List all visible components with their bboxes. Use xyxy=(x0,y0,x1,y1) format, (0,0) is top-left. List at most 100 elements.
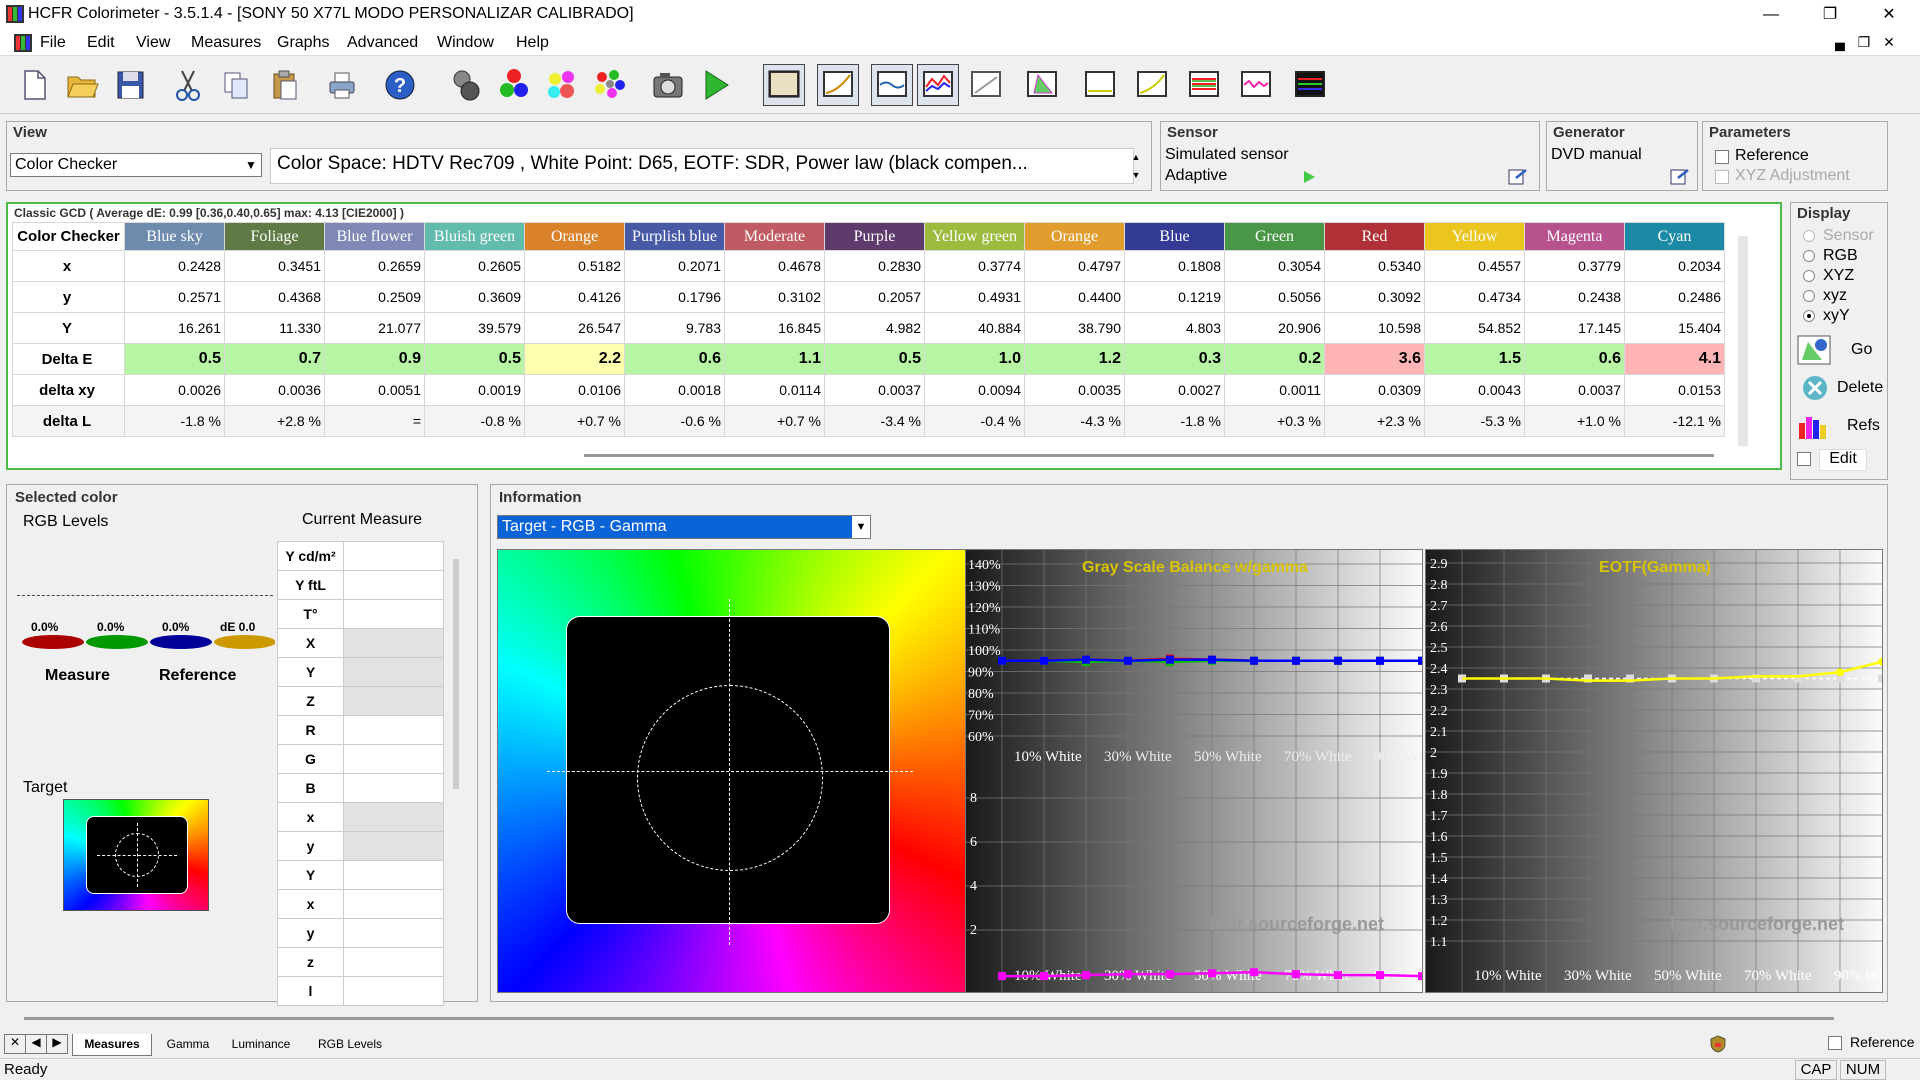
open-folder-icon[interactable] xyxy=(62,65,102,105)
delete-button[interactable]: Delete xyxy=(1793,371,1885,405)
column-header[interactable]: Cyan xyxy=(1624,222,1725,251)
sensor-config-icon[interactable] xyxy=(1507,166,1529,188)
column-header[interactable]: Magenta xyxy=(1524,222,1625,251)
table-cell[interactable]: 26.547 xyxy=(524,312,625,344)
info-scroll-spinner[interactable]: ▲ ▼ xyxy=(1125,148,1147,184)
table-cell[interactable]: 0.2428 xyxy=(124,250,225,282)
menu-graphs[interactable]: Graphs xyxy=(277,34,329,52)
graph-view-5-icon[interactable] xyxy=(966,65,1006,105)
table-cell[interactable]: +1.0 % xyxy=(1524,405,1625,437)
table-cell[interactable]: -5.3 % xyxy=(1424,405,1525,437)
chevron-left-icon[interactable]: ◀ xyxy=(26,1035,47,1053)
table-cell[interactable]: 0.5 xyxy=(424,343,525,375)
column-header[interactable]: Blue sky xyxy=(124,222,225,251)
color-balls-icon[interactable] xyxy=(542,65,582,105)
table-cell[interactable]: 4.1 xyxy=(1624,343,1725,375)
table-cell[interactable]: 0.2486 xyxy=(1624,281,1725,313)
menu-edit[interactable]: Edit xyxy=(87,34,115,52)
table-cell[interactable]: 0.4734 xyxy=(1424,281,1525,313)
mdi-restore-button[interactable]: ❐ xyxy=(1855,34,1873,51)
table-cell[interactable]: 0.2057 xyxy=(824,281,925,313)
edit-label[interactable]: Edit xyxy=(1819,449,1867,471)
table-cell[interactable]: 0.1796 xyxy=(624,281,725,313)
table-cell[interactable]: 0.0106 xyxy=(524,374,625,406)
graph-view-2-icon[interactable] xyxy=(817,64,859,106)
spin-down-icon[interactable]: ▼ xyxy=(1125,166,1147,184)
table-cell[interactable]: 0.9 xyxy=(324,343,425,375)
graph-view-7-icon[interactable] xyxy=(1080,65,1120,105)
table-cell[interactable]: 0.0037 xyxy=(1524,374,1625,406)
table-cell[interactable]: 2.2 xyxy=(524,343,625,375)
graph-view-10-icon[interactable] xyxy=(1236,65,1276,105)
table-cell[interactable]: 0.1219 xyxy=(1124,281,1225,313)
table-cell[interactable]: 0.4368 xyxy=(224,281,325,313)
table-cell[interactable]: 0.0026 xyxy=(124,374,225,406)
graph-view-1-icon[interactable] xyxy=(763,64,805,106)
column-header[interactable]: Orange xyxy=(524,222,625,251)
table-cell[interactable]: 0.0114 xyxy=(724,374,825,406)
table-cell[interactable]: 0.4126 xyxy=(524,281,625,313)
mdi-minimize-button[interactable]: ▄ xyxy=(1831,34,1849,50)
xyz-adjustment-checkbox[interactable] xyxy=(1715,170,1729,184)
column-header[interactable]: Green xyxy=(1224,222,1325,251)
table-cell[interactable]: 1.5 xyxy=(1424,343,1525,375)
table-cell[interactable]: 4.982 xyxy=(824,312,925,344)
table-cell[interactable]: -0.4 % xyxy=(924,405,1025,437)
table-cell[interactable]: 20.906 xyxy=(1224,312,1325,344)
table-cell[interactable]: 17.145 xyxy=(1524,312,1625,344)
table-cell[interactable]: 0.2 xyxy=(1224,343,1325,375)
column-header[interactable]: Blue xyxy=(1124,222,1225,251)
table-cell[interactable]: 1.0 xyxy=(924,343,1025,375)
table-cell[interactable]: 15.404 xyxy=(1624,312,1725,344)
menu-advanced[interactable]: Advanced xyxy=(347,34,418,52)
measures-table[interactable]: Color Checker Blue sky Foliage Blue flower B… xyxy=(12,222,1725,437)
spin-up-icon[interactable]: ▲ xyxy=(1125,148,1147,166)
table-cell[interactable]: 0.0035 xyxy=(1024,374,1125,406)
table-cell[interactable]: 0.3609 xyxy=(424,281,525,313)
table-cell[interactable]: +2.8 % xyxy=(224,405,325,437)
table-cell[interactable]: 0.0036 xyxy=(224,374,325,406)
table-cell[interactable]: 0.2034 xyxy=(1624,250,1725,282)
paste-icon[interactable] xyxy=(264,65,304,105)
table-cell[interactable]: 0.2830 xyxy=(824,250,925,282)
generator-config-icon[interactable] xyxy=(1669,166,1691,188)
play-icon[interactable] xyxy=(696,65,736,105)
display-radio-xyz[interactable] xyxy=(1803,270,1815,282)
table-cell[interactable]: 40.884 xyxy=(924,312,1025,344)
chevron-right-icon[interactable]: ▶ xyxy=(47,1035,67,1053)
table-cell[interactable]: 0.3774 xyxy=(924,250,1025,282)
column-header[interactable]: Purplish blue xyxy=(624,222,725,251)
menu-file[interactable]: File xyxy=(40,34,66,52)
table-cell[interactable]: 54.852 xyxy=(1424,312,1525,344)
mdi-close-button[interactable]: ✕ xyxy=(1880,34,1898,51)
sensor-play-icon[interactable] xyxy=(1301,169,1317,185)
edit-checkbox[interactable] xyxy=(1797,452,1811,466)
table-cell[interactable]: 0.2438 xyxy=(1524,281,1625,313)
tab-gamma[interactable]: Gamma xyxy=(158,1034,218,1054)
table-cell[interactable]: 4.803 xyxy=(1124,312,1225,344)
save-icon[interactable] xyxy=(110,65,150,105)
maximize-button[interactable]: ❐ xyxy=(1805,0,1855,30)
table-cell[interactable]: +0.3 % xyxy=(1224,405,1325,437)
table-cell[interactable]: 0.3102 xyxy=(724,281,825,313)
status-reference-checkbox[interactable] xyxy=(1828,1036,1842,1050)
table-cell[interactable]: 39.579 xyxy=(424,312,525,344)
table-cell[interactable]: 0.2605 xyxy=(424,250,525,282)
display-radio-xyz[interactable] xyxy=(1803,290,1815,302)
table-cell[interactable]: 1.2 xyxy=(1024,343,1125,375)
table-cell[interactable]: 0.6 xyxy=(1524,343,1625,375)
table-cell[interactable]: 0.2571 xyxy=(124,281,225,313)
table-cell[interactable]: 0.3092 xyxy=(1324,281,1425,313)
table-cell[interactable]: -3.4 % xyxy=(824,405,925,437)
table-cell[interactable]: -12.1 % xyxy=(1624,405,1725,437)
table-cell[interactable]: 0.4931 xyxy=(924,281,1025,313)
reference-checkbox[interactable] xyxy=(1715,150,1729,164)
table-cell[interactable]: 0.6 xyxy=(624,343,725,375)
close-icon[interactable]: ✕ xyxy=(5,1035,26,1053)
table-cell[interactable]: 0.5 xyxy=(824,343,925,375)
tab-luminance[interactable]: Luminance xyxy=(226,1034,296,1054)
table-cell[interactable]: 38.790 xyxy=(1024,312,1125,344)
table-cell[interactable]: 0.3451 xyxy=(224,250,325,282)
new-file-icon[interactable] xyxy=(14,65,54,105)
doc-icon[interactable] xyxy=(14,34,32,52)
